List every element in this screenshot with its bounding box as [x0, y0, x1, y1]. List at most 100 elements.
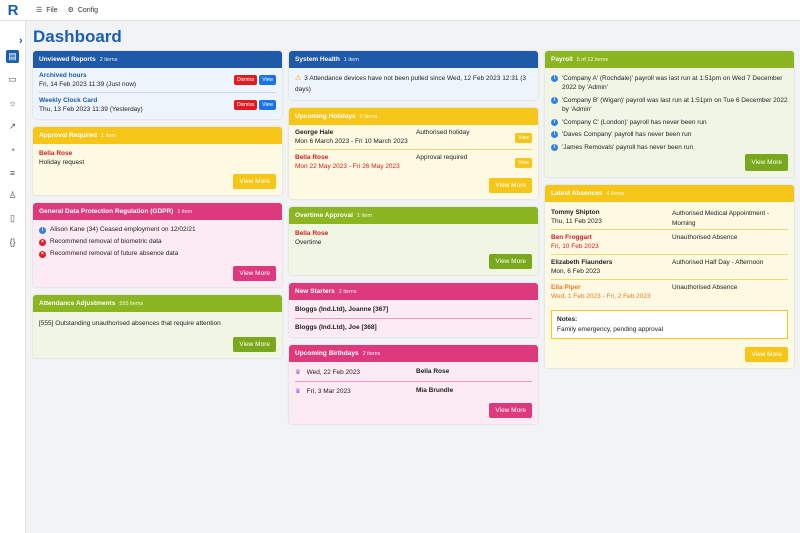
card-title: Unviewed Reports [39, 56, 96, 63]
dashboard-icon[interactable]: ▤ [6, 50, 19, 63]
employee-name[interactable]: Ella Piper [551, 284, 788, 291]
card-title: Overtime Approval [295, 212, 353, 220]
employee-name[interactable]: Ben Froggart [551, 234, 788, 241]
payroll-item-text: 'Company C' (London)' payroll has never … [562, 118, 707, 126]
config-menu-label: Config [77, 6, 99, 14]
dismiss-button[interactable]: Dismiss [233, 75, 258, 85]
employee-name[interactable]: Mia Brundle [416, 387, 453, 394]
card-count: 1 item [101, 132, 117, 139]
card-count: 2 items [359, 113, 378, 120]
card-count: 1 item [356, 212, 372, 219]
view-more-button[interactable]: View More [745, 153, 788, 172]
absence-row: Ella Piper Wed, 1 Feb 2023 - Fri, 2 Feb … [551, 280, 788, 304]
view-button[interactable]: View [259, 100, 276, 110]
view-more-button[interactable]: View More [233, 337, 276, 352]
absence-date: Wed, 1 Feb 2023 - Fri, 2 Feb 2023 [551, 293, 651, 301]
card-count: 4 items [606, 190, 625, 197]
starter-item[interactable]: Bloggs (Ind.Ltd), Joanne [367] [295, 306, 532, 320]
chart-icon[interactable]: ↗ [6, 120, 19, 133]
holiday-row: George Hale Mon 6 March 2023 - Fri 10 Ma… [295, 129, 532, 151]
holiday-status: Authorised holiday [416, 129, 470, 137]
payroll-item: i 'Company C' (London)' payroll has never… [551, 118, 788, 127]
card-title: New Starters [295, 288, 335, 296]
latest-absences-card: Latest Absences 4 items Tommy Shipton Thu… [545, 185, 794, 369]
payroll-item-text: 'Daves Company' payroll has never been r… [562, 131, 692, 139]
notes-label: Notes: [557, 316, 578, 324]
code-icon[interactable]: {} [6, 235, 19, 248]
absence-row: Tommy Shipton Thu, 11 Feb 2023 Authorise… [551, 206, 788, 231]
view-more-button[interactable]: View More [489, 403, 532, 419]
info-icon: i [551, 75, 558, 82]
app-logo: R [7, 1, 19, 19]
column-left: Unviewed Reports 2 items Archived hours F… [33, 51, 282, 366]
overtime-desc: Overtime [295, 239, 322, 247]
config-menu[interactable]: ⚙ Config [68, 6, 99, 15]
request-desc: Holiday request [39, 159, 85, 166]
document-icon[interactable]: ▯ [6, 212, 19, 225]
file-menu[interactable]: ☰ File [36, 6, 58, 15]
birthday-date: Wed, 22 Feb 2023 [306, 369, 361, 377]
menu-icon: ☰ [36, 7, 43, 14]
employee-name[interactable]: Bella Rose [295, 154, 532, 161]
starter-item[interactable]: Bloggs (Ind.Ltd), Joe [368] [295, 319, 532, 331]
file-menu-label: File [46, 6, 58, 14]
palette-icon[interactable]: ◔ [6, 143, 19, 156]
payroll-item: i 'James Removals' payroll has never been… [551, 143, 788, 152]
view-more-button[interactable]: View More [489, 254, 532, 270]
card-title: Upcoming Birthdays [295, 350, 359, 358]
card-title: Latest Absences [551, 190, 603, 198]
payroll-card: Payroll 5 of 12 items i 'Company A' (Rochd… [545, 51, 794, 178]
holiday-dates: Mon 22 May 2023 - Fri 26 May 2023 [295, 163, 400, 171]
view-more-button[interactable]: View More [233, 174, 276, 189]
cake-icon: ♛ [295, 369, 301, 377]
employee-name[interactable]: Bella Rose [39, 150, 276, 157]
view-button[interactable]: View [259, 75, 276, 85]
page-title: Dashboard [33, 27, 122, 46]
system-health-card: System Health 1 item ⚠ 3 Attendance device… [289, 51, 538, 101]
cake-icon: ♛ [295, 388, 301, 396]
card-title: Upcoming Holidays [295, 113, 356, 121]
people-icon[interactable]: ♙ [6, 189, 19, 202]
id-card-icon[interactable]: ▭ [6, 73, 19, 86]
top-bar: R ☰ File ⚙ Config [0, 0, 800, 21]
info-icon: i [551, 131, 558, 139]
card-count: 5 of 12 items [576, 56, 609, 63]
sun-icon[interactable]: ☼ [6, 96, 19, 109]
card-title: Payroll [551, 56, 573, 63]
view-more-button[interactable]: View More [745, 347, 788, 363]
gdpr-card: General Data Protection Regulation (GDPR… [33, 203, 282, 287]
approval-required-card: Approval Required 1 item Bella Rose Holid… [33, 127, 282, 195]
card-title: Attendance Adjustments [39, 300, 116, 307]
notes-text: Family emergency, pending approval [557, 326, 664, 334]
new-starters-card: New Starters 2 items Bloggs (Ind.Ltd), Jo… [289, 283, 538, 338]
list-icon[interactable]: ≡ [6, 166, 19, 179]
holiday-status: Approval required [416, 154, 468, 162]
employee-name[interactable]: Bella Rose [295, 230, 532, 237]
payroll-item-text: 'Company A' (Rochdale)' payroll was last… [562, 75, 783, 92]
employee-name[interactable]: Bella Rose [416, 368, 449, 375]
attendance-adjustments-card: Attendance Adjustments 555 items [555] Ou… [33, 295, 282, 358]
upcoming-birthdays-card: Upcoming Birthdays 2 items ♛ Wed, 22 Feb … [289, 345, 538, 425]
payroll-item: i 'Company B' (Wigan)' payroll was last r… [551, 96, 788, 115]
employee-name[interactable]: George Hale [295, 129, 532, 136]
report-row: Archived hours Fri, 14 Feb 2023 11:39 (J… [39, 72, 276, 93]
birthday-row: ♛ Fri, 3 Mar 2023 Mia Brundle [295, 382, 532, 395]
view-button[interactable]: View [515, 158, 532, 169]
gdpr-item-text: Recommend removal of future absence data [50, 250, 179, 257]
card-title: System Health [295, 56, 340, 63]
card-count: 555 items [119, 300, 144, 307]
view-more-button[interactable]: View More [489, 178, 532, 194]
dismiss-button[interactable]: Dismiss [233, 100, 258, 110]
payroll-item-text: 'James Removals' payroll has never been … [562, 143, 694, 151]
gdpr-item-text: Alison Kane (34) Ceased employment on 12… [50, 226, 196, 233]
expand-sidebar-icon[interactable]: › [19, 35, 23, 47]
absence-type: Unauthorised Absence [672, 234, 738, 242]
unviewed-reports-card: Unviewed Reports 2 items Archived hours F… [33, 51, 282, 119]
info-icon: i [39, 227, 46, 234]
card-title: Approval Required [39, 132, 98, 139]
view-more-button[interactable]: View More [233, 266, 276, 281]
view-button[interactable]: View [515, 133, 532, 144]
card-count: 1 item [343, 56, 359, 63]
attendance-text: [555] Outstanding unauthorised absences … [39, 320, 221, 327]
holiday-dates: Mon 6 March 2023 - Fri 10 March 2023 [295, 138, 408, 146]
